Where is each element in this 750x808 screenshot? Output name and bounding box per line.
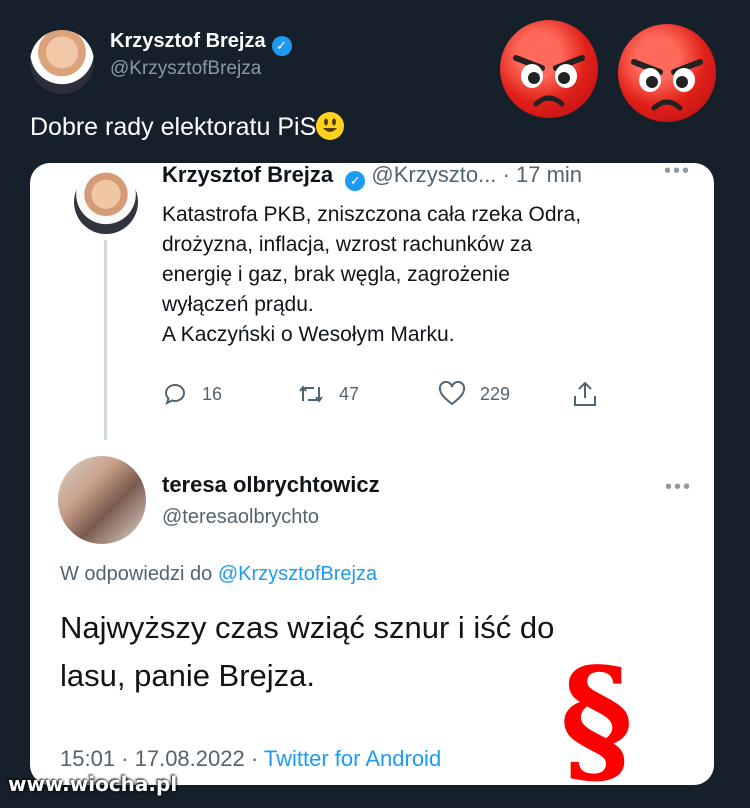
author-avatar[interactable] [30,30,94,94]
author-name-text: Krzysztof Brejza [110,30,266,52]
smiling-face-icon [316,112,345,140]
more-options-icon[interactable]: ••• [664,160,691,183]
reply-icon [164,383,185,405]
heart-icon [438,381,466,406]
like-button[interactable]: 229 [438,377,510,411]
tweet-text: Dobre rady elektoratu PiS [30,112,345,142]
retweet-icon [299,385,323,403]
reply-button[interactable]: 16 [162,377,222,411]
reply-author-avatar[interactable] [58,456,146,544]
reply-meta: 15:01 · 17.08.2022 · Twitter for Android [60,746,441,772]
reply-timestamp[interactable]: 15:01 · 17.08.2022 · [60,746,258,771]
replying-mention[interactable]: @KrzysztofBrejza [218,563,377,585]
replying-to: W odpowiedzi do @KrzysztofBrejza [60,563,377,586]
angry-face-icon [618,24,716,122]
reply-author-handle[interactable]: @teresaolbrychto [162,506,319,529]
reply-count: 16 [202,383,223,404]
author-handle[interactable]: @KrzysztofBrejza [110,58,261,80]
replying-prefix: W odpowiedzi do [60,563,213,585]
section-sign: § [560,638,634,802]
author-name[interactable]: Krzysztof Brejza ✓ [110,30,292,56]
retweet-count: 47 [339,383,360,404]
tweet-actions: 16 47 229 [162,377,632,411]
angry-face-icon [500,20,598,118]
verified-badge-icon: ✓ [345,171,366,191]
quoted-time: · 17 min [502,162,583,187]
quoted-handle[interactable]: @Krzyszto... [371,162,496,187]
quoted-text: Katastrofa PKB, zniszczona cała rzeka Od… [162,200,682,350]
reply-source[interactable]: Twitter for Android [264,746,441,771]
tweet-text-content: Dobre rady elektoratu PiS [30,113,317,141]
quoted-author-avatar[interactable] [74,170,138,234]
quoted-text-line: energię i gaz, brak węgla, zagrożenie [162,263,510,286]
like-count: 229 [480,383,511,404]
retweet-button[interactable]: 47 [297,377,359,411]
quoted-text-line: A Kaczyński o Wesołym Marku. [162,323,455,346]
more-options-icon[interactable]: ••• [665,476,692,499]
share-button[interactable] [572,377,598,411]
quoted-text-line: wyłączeń prądu. [162,293,314,316]
share-icon [574,381,596,406]
quoted-header: Krzysztof Brejza ✓ @Krzyszto... · 17 min [162,162,582,191]
quoted-text-line: drożyzna, inflacja, wzrost rachunków za [162,233,532,256]
verified-badge-icon: ✓ [271,36,292,56]
reply-author-name[interactable]: teresa olbrychtowicz [162,472,380,498]
quoted-author-name[interactable]: Krzysztof Brejza [162,162,333,187]
quoted-text-line: Katastrofa PKB, zniszczona cała rzeka Od… [162,203,582,226]
thread-line [104,240,107,440]
watermark: www.wiocha.pl [8,772,178,796]
